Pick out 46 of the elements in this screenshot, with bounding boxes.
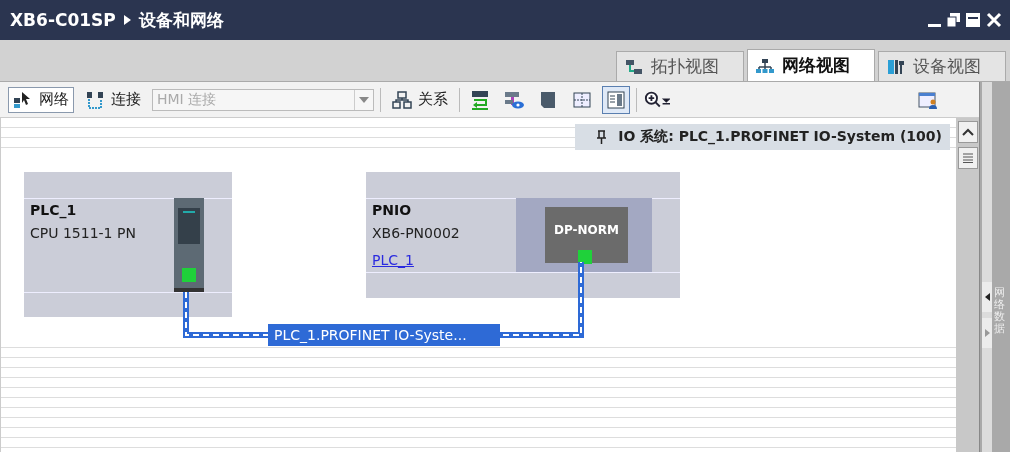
relations-button[interactable]: 关系 [387,86,453,113]
connection-icon [85,90,105,109]
zoom-in-icon [644,89,670,110]
pin-icon [597,130,607,144]
module-label: DP-NORM [545,207,628,263]
relations-icon [392,90,412,109]
maximize-icon[interactable] [966,12,981,28]
view-tab[interactable]: 设备视图 [878,51,1006,81]
window-user-icon [917,89,939,110]
view-tab[interactable]: 网络视图 [747,49,875,81]
window-title: 设备和网络 [138,8,224,32]
device-name: PLC_1 [30,202,77,218]
plc-node[interactable]: PLC_1 CPU 1511-1 PN [24,172,232,317]
module-eye-icon [503,89,525,110]
chevron-up-icon [962,128,974,136]
view-option-button[interactable] [602,85,630,114]
name-label-icon [469,89,491,110]
io-system-pin[interactable]: IO 系统: PLC_1.PROFINET IO-System (100) [575,124,950,150]
grid-icon [571,89,593,110]
right-arrow-icon [984,329,990,337]
port-icon [578,250,592,264]
controller-link[interactable]: PLC_1 [372,252,414,268]
network-label[interactable]: PLC_1.PROFINET IO-Syste... [268,324,500,346]
scroll-up-button[interactable] [958,121,978,143]
topology-icon [625,58,643,75]
breadcrumb-arrow-icon [123,15,131,25]
overview-button[interactable] [958,147,978,169]
mode-button[interactable]: 连接 [80,86,146,113]
scrollbar[interactable] [956,118,980,452]
menu-icon [963,153,973,163]
device-icon [887,58,905,75]
panel-icon [605,89,627,110]
collapse-button[interactable] [982,282,992,312]
left-arrow-icon [984,293,990,301]
io-device-node[interactable]: PNIO XB6-PN0002 PLC_1 DP-NORM [366,172,680,298]
device-name: PNIO [372,202,412,218]
mode-button[interactable]: 网络 [8,86,74,113]
device-type: CPU 1511-1 PN [30,225,136,241]
dropdown-caret-icon [359,96,369,103]
close-icon[interactable] [986,12,1002,28]
device-type: XB6-PN0002 [372,225,460,241]
network-icon [756,57,774,74]
project-name: XB6-C01SP [10,10,116,30]
view-tab[interactable]: 拓扑视图 [616,51,744,81]
restore-icon[interactable] [947,12,961,28]
side-panel-label: 网络数据 [994,287,1005,336]
